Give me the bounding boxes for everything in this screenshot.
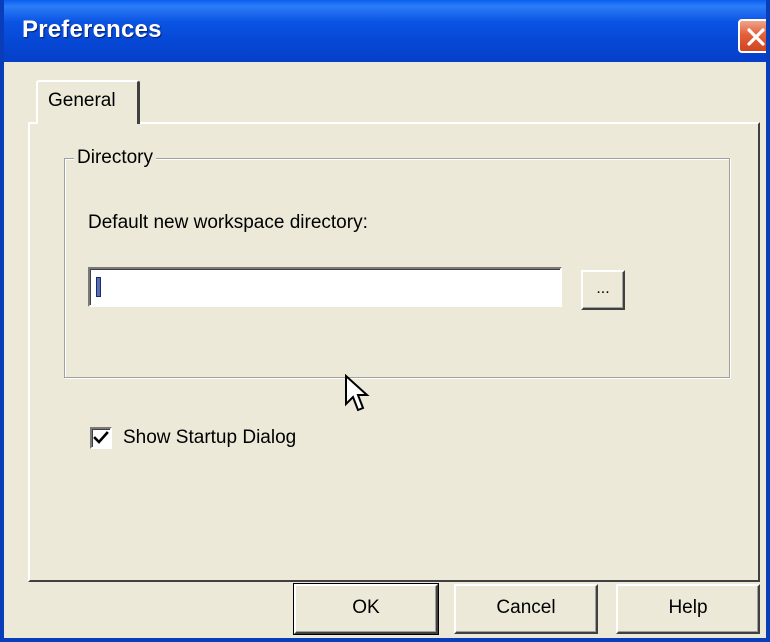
tab-general-label: General xyxy=(48,90,116,111)
mouse-pointer-icon xyxy=(344,373,370,419)
show-startup-dialog-label[interactable]: Show Startup Dialog xyxy=(123,427,296,449)
tab-general[interactable]: General xyxy=(36,80,140,124)
title-bar[interactable]: Preferences xyxy=(4,0,766,62)
preferences-dialog: Preferences General Directory Default ne… xyxy=(0,0,770,642)
cancel-button[interactable]: Cancel xyxy=(454,584,598,634)
ok-button[interactable]: OK xyxy=(293,583,439,635)
workspace-directory-input[interactable] xyxy=(88,267,562,307)
window-title: Preferences xyxy=(22,16,162,43)
show-startup-dialog-checkbox[interactable] xyxy=(90,427,112,449)
browse-button[interactable]: ... xyxy=(581,270,625,310)
help-button[interactable]: Help xyxy=(616,584,760,634)
close-button[interactable] xyxy=(738,19,766,53)
directory-group-legend: Directory xyxy=(74,147,157,169)
workspace-directory-label: Default new workspace directory: xyxy=(88,212,368,233)
text-cursor xyxy=(96,277,101,297)
